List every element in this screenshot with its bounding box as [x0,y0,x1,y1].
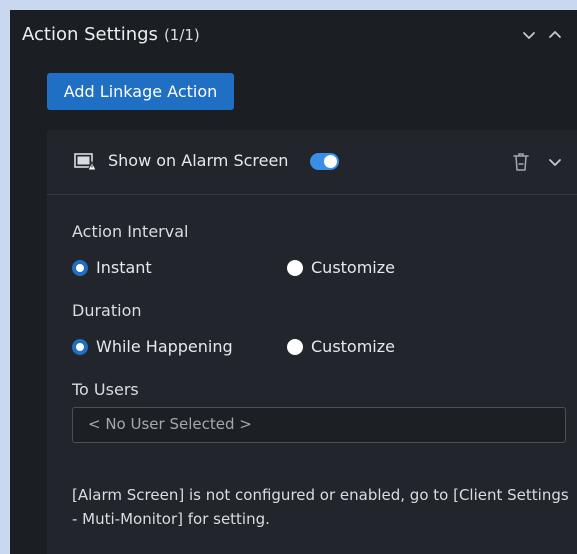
to-users-label: To Users [72,380,139,399]
add-linkage-action-button[interactable]: Add Linkage Action [47,73,234,110]
alarm-screen-icon [74,152,97,172]
action-interval-label: Action Interval [72,222,189,241]
radio-unselected-icon [287,339,303,355]
chevron-down-icon[interactable] [547,154,563,170]
card-header: Show on Alarm Screen [47,130,577,195]
section-count: (1/1) [163,26,200,44]
radio-label: While Happening [96,337,233,356]
radio-label: Customize [311,258,395,277]
section-title-text: Action Settings [22,24,158,45]
toggle-knob [324,155,337,168]
radio-unselected-icon [287,260,303,276]
show-on-alarm-screen-toggle[interactable] [310,153,339,170]
chevron-up-icon[interactable] [546,26,564,44]
trash-icon[interactable] [512,152,530,172]
card-title: Show on Alarm Screen [108,151,289,170]
linkage-action-card: Show on Alarm Screen Action Interval Ins… [47,130,577,554]
alarm-screen-note: [Alarm Screen] is not configured or enab… [72,486,569,528]
section-title: Action Settings (1/1) [22,24,200,45]
radio-label: Instant [96,258,152,277]
chevron-down-icon[interactable] [520,26,538,44]
section-header[interactable]: Action Settings (1/1) [10,10,577,60]
radio-selected-icon [72,339,88,355]
duration-label: Duration [72,301,142,320]
radio-label: Customize [311,337,395,356]
user-select[interactable]: < No User Selected > [72,407,566,443]
user-select-value: < No User Selected > [88,415,252,433]
action-settings-panel: Action Settings (1/1) Add Linkage Action … [10,10,577,554]
radio-selected-icon [72,260,88,276]
